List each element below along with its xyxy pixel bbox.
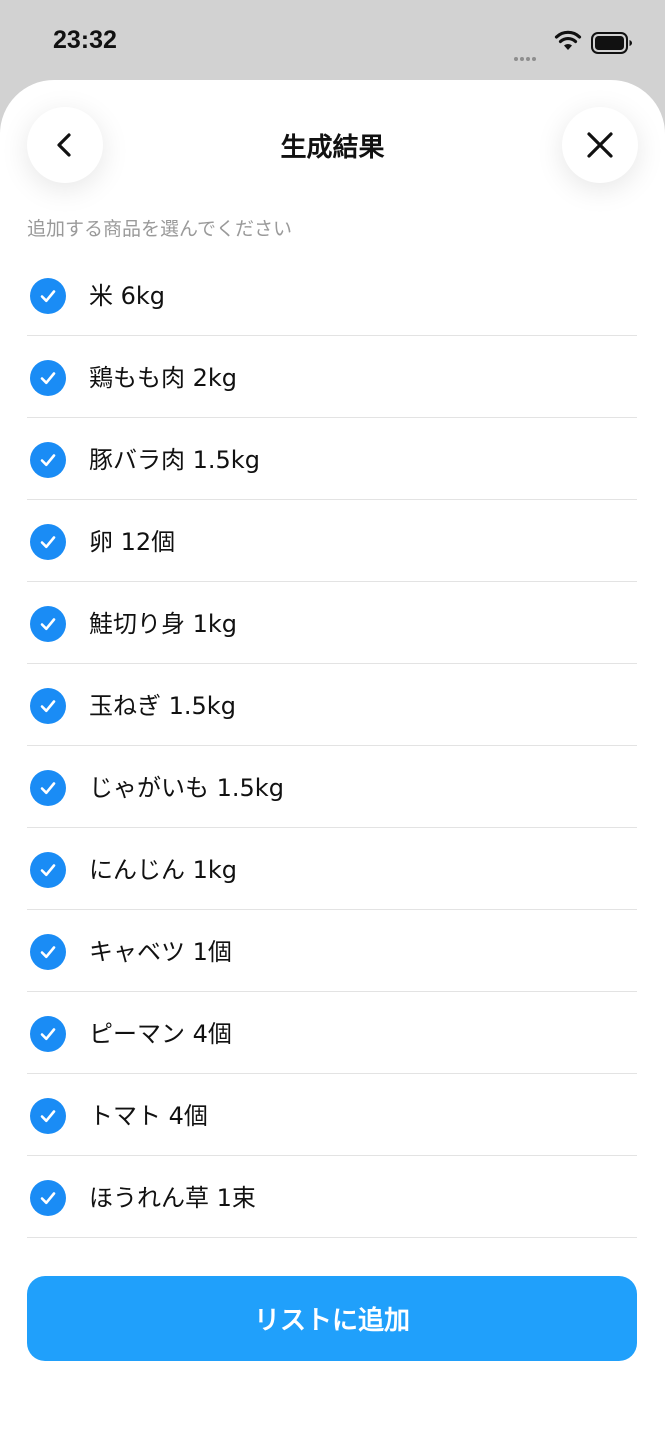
list-item[interactable]: にんじん 1kg (27, 828, 637, 910)
list-item[interactable]: 豚バラ肉 1.5kg (27, 418, 637, 500)
status-bar: 23:32 (0, 0, 665, 82)
list-item[interactable]: 鮭切り身 1kg (27, 582, 637, 664)
battery-icon (591, 32, 632, 54)
item-label: ほうれん草 1束 (89, 1184, 256, 1212)
instruction-text: 追加する商品を選んでください (27, 218, 293, 240)
list-item[interactable]: 卵 12個 (27, 500, 637, 582)
list-item[interactable]: じゃがいも 1.5kg (27, 746, 637, 828)
checkmark-icon[interactable] (30, 360, 66, 396)
item-label: 鮭切り身 1kg (89, 610, 238, 638)
item-list: 米 6kg 鶏もも肉 2kg 豚バラ肉 1.5kg 卵 12個 鮭切り身 1kg… (27, 254, 637, 1238)
list-item[interactable]: キャベツ 1個 (27, 910, 637, 992)
checkmark-icon[interactable] (30, 1016, 66, 1052)
checkmark-icon[interactable] (30, 852, 66, 888)
item-label: ピーマン 4個 (89, 1020, 232, 1048)
checkmark-icon[interactable] (30, 934, 66, 970)
checkmark-icon[interactable] (30, 278, 66, 314)
status-time: 23:32 (53, 26, 117, 54)
item-label: 卵 12個 (89, 528, 176, 556)
checkmark-icon[interactable] (30, 770, 66, 806)
list-item[interactable]: トマト 4個 (27, 1074, 637, 1156)
checkmark-icon[interactable] (30, 1180, 66, 1216)
item-label: 豚バラ肉 1.5kg (89, 446, 260, 474)
list-item[interactable]: 玉ねぎ 1.5kg (27, 664, 637, 746)
add-to-list-button[interactable]: リストに追加 (27, 1276, 637, 1361)
list-item[interactable]: 米 6kg (27, 254, 637, 336)
item-label: トマト 4個 (89, 1102, 208, 1130)
close-icon (587, 132, 613, 158)
item-label: 米 6kg (89, 282, 166, 310)
checkmark-icon[interactable] (30, 524, 66, 560)
result-sheet: 生成結果 追加する商品を選んでください 米 6kg 鶏もも肉 2kg 豚バラ肉 … (0, 80, 665, 1440)
close-button[interactable] (562, 107, 638, 183)
wifi-icon (554, 30, 582, 50)
checkmark-icon[interactable] (30, 442, 66, 478)
checkmark-icon[interactable] (30, 606, 66, 642)
checkmark-icon[interactable] (30, 688, 66, 724)
checkmark-icon[interactable] (30, 1098, 66, 1134)
item-label: にんじん 1kg (89, 856, 238, 884)
cellular-signal-icon (514, 46, 538, 65)
list-item[interactable]: ピーマン 4個 (27, 992, 637, 1074)
item-label: じゃがいも 1.5kg (89, 774, 284, 802)
item-label: 鶏もも肉 2kg (89, 364, 238, 392)
item-label: 玉ねぎ 1.5kg (89, 692, 236, 720)
list-item[interactable]: 鶏もも肉 2kg (27, 336, 637, 418)
item-label: キャベツ 1個 (89, 938, 232, 966)
list-item[interactable]: ほうれん草 1束 (27, 1156, 637, 1238)
